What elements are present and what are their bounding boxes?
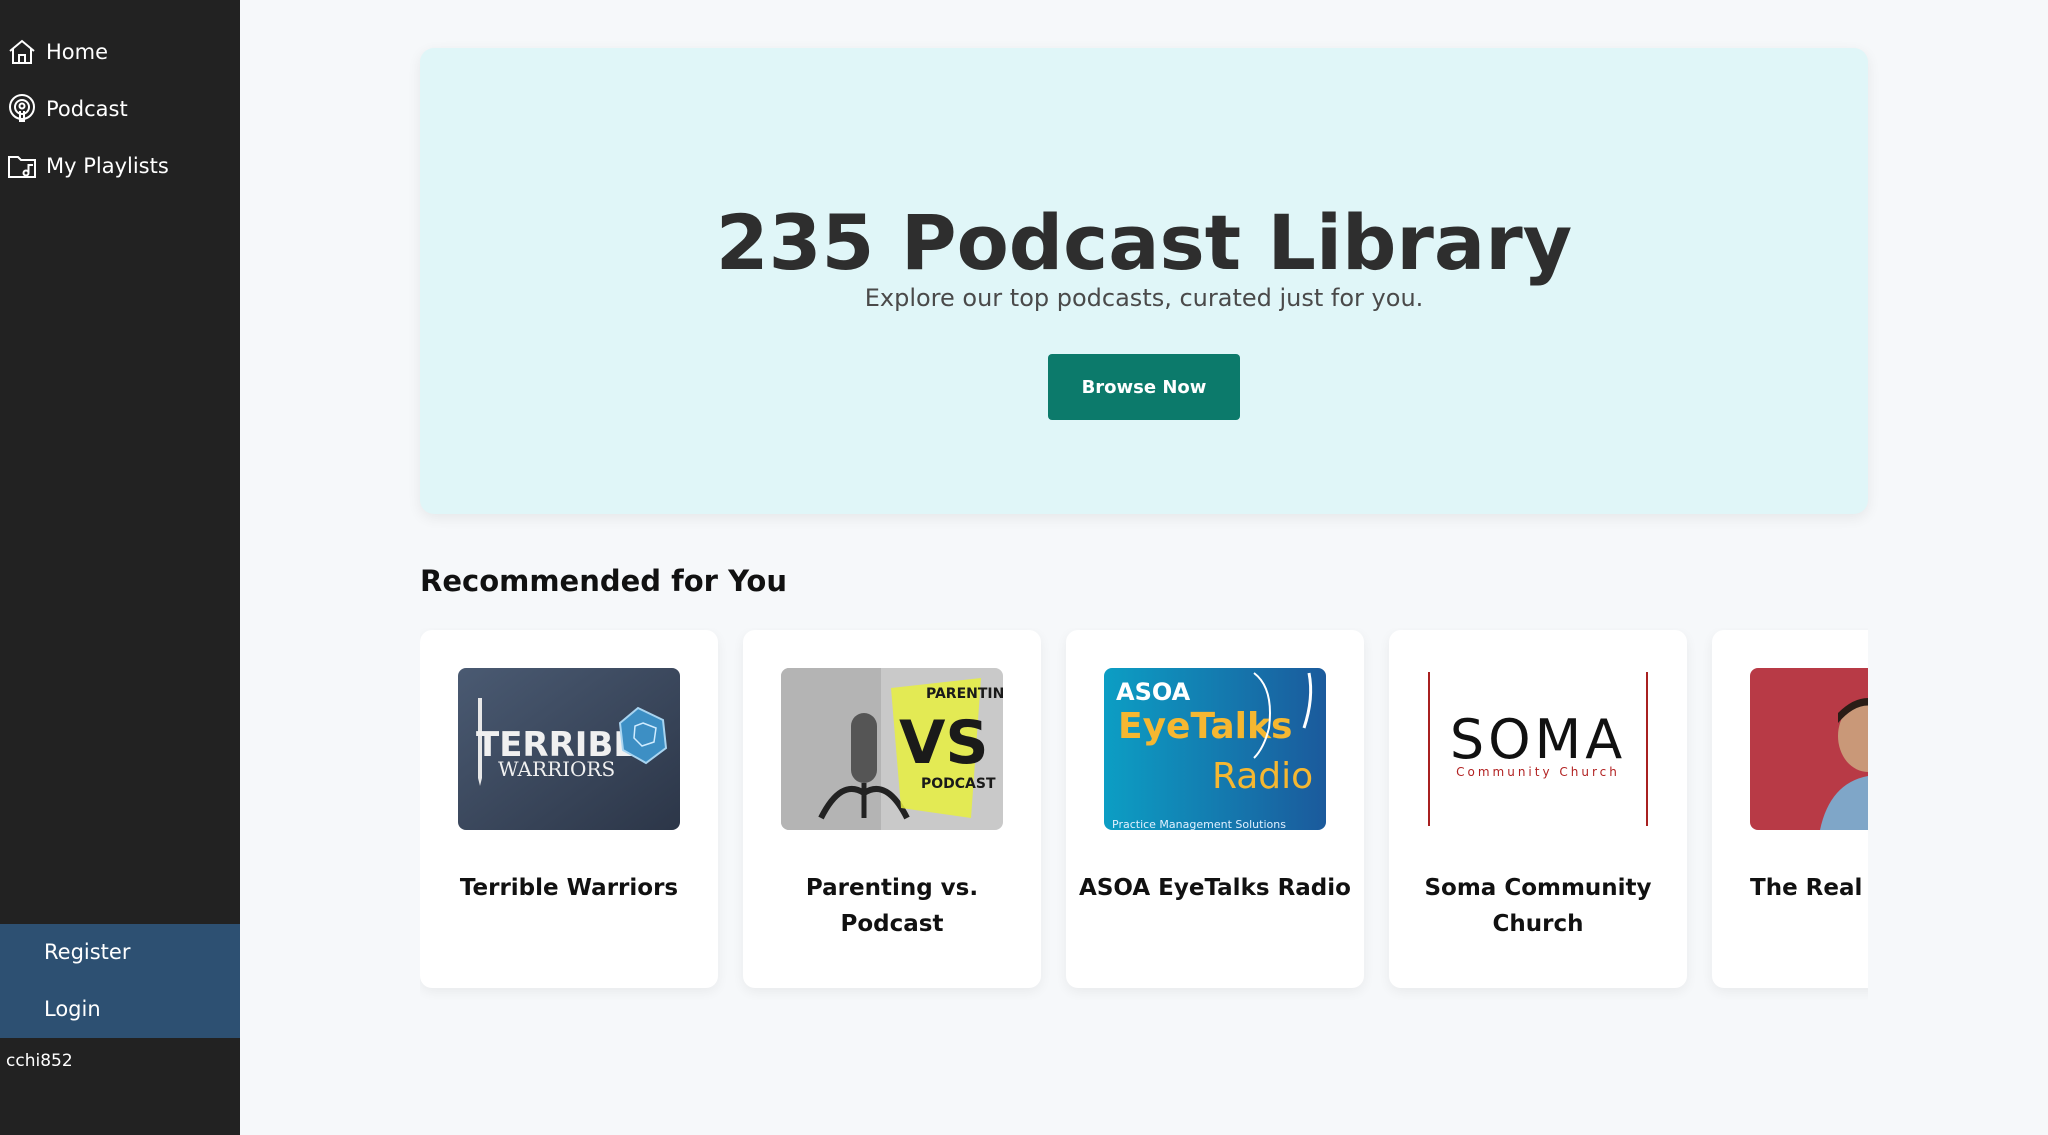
hero-banner: 235 Podcast Library Explore our top podc… <box>420 48 1868 514</box>
sidebar-item-podcast[interactable]: Podcast <box>0 87 240 131</box>
podcast-cover-image <box>1750 668 1868 830</box>
podcast-icon <box>4 91 40 127</box>
podcast-card-terrible-warriors[interactable]: TERRIBLE WARRIORS Terrible Warriors <box>420 630 718 988</box>
podcast-title: Terrible Warriors <box>459 875 679 901</box>
cover-text: ASOA <box>1116 678 1191 706</box>
cover-text: PODCAST <box>921 776 996 792</box>
username: cchi852 <box>6 1051 73 1071</box>
cover-text: WARRIORS <box>498 757 615 781</box>
sidebar-item-home[interactable]: Home <box>0 30 240 74</box>
cover-text: EyeTalks <box>1118 706 1292 747</box>
login-link[interactable]: Login <box>44 997 101 1021</box>
browse-now-button[interactable]: Browse Now <box>1048 354 1240 420</box>
podcast-title: The Real I <box>1750 875 1868 901</box>
sidebar-item-label: My Playlists <box>46 154 169 178</box>
podcast-cover-image: TERRIBLE WARRIORS <box>458 668 680 830</box>
playlist-folder-icon <box>4 148 40 184</box>
podcast-card-soma-community-church[interactable]: SOMA Community Church Soma Community Chu… <box>1389 630 1687 988</box>
sidebar-item-label: Home <box>46 40 109 64</box>
recommended-heading: Recommended for You <box>420 564 787 598</box>
podcast-card-parenting-vs-podcast[interactable]: VS PARENTING PODCAST Parenting vs. Podca… <box>743 630 1041 988</box>
home-icon <box>4 34 40 70</box>
page-title: 235 Podcast Library <box>715 198 1573 287</box>
cover-text: Community Church <box>1456 765 1620 779</box>
hero-subtitle: Explore our top podcasts, curated just f… <box>864 284 1424 312</box>
cover-text: SOMA <box>1450 708 1626 771</box>
cover-text: Radio <box>1212 756 1313 797</box>
podcast-cover-image: SOMA Community Church <box>1427 668 1649 830</box>
podcast-card-asoa-eyetalks-radio[interactable]: ASOA EyeTalks Radio Practice Management … <box>1066 630 1364 988</box>
register-link[interactable]: Register <box>44 940 130 964</box>
cover-text: VS <box>899 708 989 778</box>
podcast-cover-image: ASOA EyeTalks Radio Practice Management … <box>1104 668 1326 830</box>
podcast-title: Soma Community Church <box>1424 875 1652 937</box>
recommended-carousel[interactable]: TERRIBLE WARRIORS Terrible Warriors VS P… <box>420 628 1868 1000</box>
podcast-title: ASOA EyeTalks Radio <box>1079 875 1351 901</box>
cover-text: Practice Management Solutions <box>1112 818 1286 830</box>
sidebar-item-label: Podcast <box>46 97 128 121</box>
podcast-card-the-real[interactable]: The Real I <box>1712 630 1868 988</box>
sidebar-item-my-playlists[interactable]: My Playlists <box>0 144 240 188</box>
auth-section: Register Login <box>0 924 240 1038</box>
sidebar: Home Podcast My Playlists Register Login… <box>0 0 240 1135</box>
podcast-cover-image: VS PARENTING PODCAST <box>781 668 1003 830</box>
cover-text: PARENTING <box>926 686 1003 702</box>
podcast-title: Parenting vs. Podcast <box>805 875 979 937</box>
